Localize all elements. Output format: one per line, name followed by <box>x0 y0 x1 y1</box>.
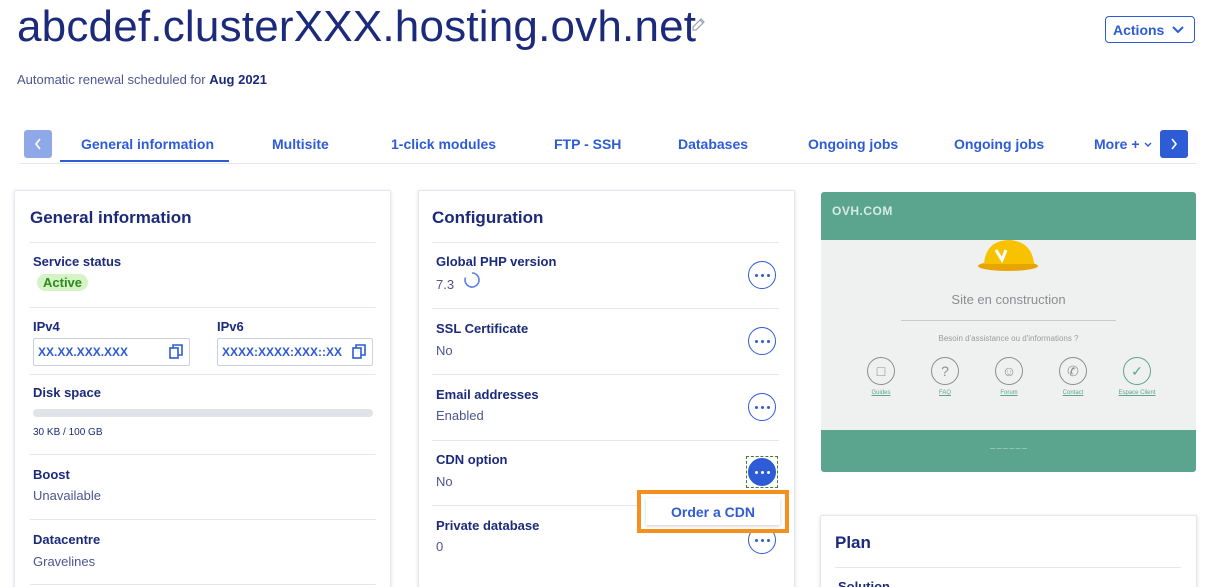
tab-ftp-ssh[interactable]: FTP - SSH <box>554 136 621 152</box>
chevron-down-icon <box>1172 26 1184 34</box>
ipv6-field[interactable]: XXXX:XXXX:XXX::XX <box>217 338 373 366</box>
page-title: abcdef.clusterXXX.hosting.ovh.net <box>17 2 697 51</box>
preview-subheading: Besoin d'assistance ou d'informations ? <box>938 334 1079 343</box>
tabs-scroll-left-button[interactable] <box>24 130 52 158</box>
ssl-certificate-label: SSL Certificate <box>436 321 529 336</box>
construction-helmet-icon <box>978 240 1038 271</box>
service-status-label: Service status <box>33 254 122 269</box>
divider <box>30 242 376 243</box>
loading-spinner-icon <box>464 272 480 288</box>
preview-content: Site en construction Besoin d'assistance… <box>821 240 1196 430</box>
tab-ongoing-jobs-2[interactable]: Ongoing jobs <box>954 136 1044 152</box>
boost-value: Unavailable <box>33 488 101 503</box>
tabs-scroll-right-button[interactable] <box>1160 130 1188 158</box>
divider <box>30 454 376 455</box>
copy-icon[interactable] <box>169 344 183 360</box>
preview-link-client-space: Espace Client <box>1118 390 1156 396</box>
chevron-right-icon <box>1171 138 1178 150</box>
tab-1-click-modules[interactable]: 1-click modules <box>391 136 496 152</box>
ssl-options-button[interactable] <box>748 327 776 355</box>
private-database-value: 0 <box>436 539 444 554</box>
boost-label: Boost <box>33 467 70 482</box>
preview-footer: — — — — — — <box>990 446 1027 452</box>
actions-button[interactable]: Actions <box>1105 16 1195 43</box>
general-information-title: General information <box>30 208 192 227</box>
tab-ongoing-jobs[interactable]: Ongoing jobs <box>808 136 898 152</box>
cdn-option-label: CDN option <box>436 452 508 467</box>
configuration-title: Configuration <box>432 208 544 227</box>
email-addresses-value: Enabled <box>436 408 484 423</box>
preview-link-forum: Forum <box>1000 390 1018 396</box>
preview-logo: OVH.COM <box>832 204 893 218</box>
disk-space-progress-bar <box>33 409 373 417</box>
renewal-date: Aug 2021 <box>209 72 268 87</box>
website-preview[interactable]: OVH.COM Site en construction Besoin d'as… <box>821 192 1196 472</box>
order-cdn-menu-item[interactable]: Order a CDN <box>646 498 780 525</box>
disk-space-value: 30 KB / 100 GB <box>33 427 103 438</box>
ipv4-label: IPv4 <box>33 319 60 334</box>
ipv6-label: IPv6 <box>217 319 244 334</box>
forum-icon: ☺ <box>995 357 1023 385</box>
divider <box>30 374 376 375</box>
email-addresses-label: Email addresses <box>436 387 539 402</box>
datacentre-value: Gravelines <box>33 554 96 569</box>
edit-pencil-icon[interactable] <box>690 16 708 34</box>
private-database-label: Private database <box>436 518 540 533</box>
ipv4-field[interactable]: XX.XX.XXX.XXX <box>33 338 190 366</box>
cdn-options-button[interactable] <box>748 458 776 486</box>
preview-link-faq: FAQ <box>938 390 951 396</box>
tab-more[interactable]: More + <box>1094 136 1140 152</box>
guides-icon: □ <box>867 357 895 385</box>
divider <box>30 307 376 308</box>
ssl-certificate-value: No <box>436 343 453 358</box>
php-version-value: 7.3 <box>436 277 455 292</box>
actions-label: Actions <box>1113 21 1165 38</box>
renewal-notice: Automatic renewal scheduled for Aug 2021 <box>17 72 267 87</box>
solution-label: Solution <box>838 579 890 587</box>
divider <box>432 308 779 309</box>
active-tab-indicator <box>60 160 229 162</box>
php-version-label: Global PHP version <box>436 254 557 269</box>
divider <box>432 440 779 441</box>
chevron-down-small-icon <box>1144 142 1152 147</box>
plan-title: Plan <box>835 533 871 552</box>
divider <box>835 567 1181 568</box>
disk-space-label: Disk space <box>33 385 101 400</box>
phone-icon: ✆ <box>1059 357 1087 385</box>
status-badge: Active <box>37 274 89 291</box>
renewal-prefix: Automatic renewal scheduled for <box>17 72 210 87</box>
plan-card <box>820 515 1197 587</box>
client-space-icon: ✓ <box>1123 357 1151 385</box>
divider <box>30 584 376 585</box>
tab-multisite[interactable]: Multisite <box>272 136 329 152</box>
cdn-option-value: No <box>436 474 453 489</box>
php-options-button[interactable] <box>748 261 776 289</box>
ipv6-value: XXXX:XXXX:XXX::XX <box>222 345 343 359</box>
preview-link-guides: Guides <box>871 390 891 396</box>
chevron-left-icon <box>34 138 41 150</box>
divider <box>30 519 376 520</box>
preview-heading: Site en construction <box>951 292 1066 307</box>
email-options-button[interactable] <box>748 393 776 421</box>
preview-link-contact: Contact <box>1062 390 1084 396</box>
divider <box>432 242 779 243</box>
datacentre-label: Datacentre <box>33 532 101 547</box>
tab-general-information[interactable]: General information <box>81 136 214 152</box>
preview-divider <box>901 320 1116 321</box>
faq-icon: ? <box>931 357 959 385</box>
ipv4-value: XX.XX.XXX.XXX <box>38 345 129 359</box>
divider <box>432 374 779 375</box>
tab-databases[interactable]: Databases <box>678 136 748 152</box>
copy-icon[interactable] <box>352 344 366 360</box>
